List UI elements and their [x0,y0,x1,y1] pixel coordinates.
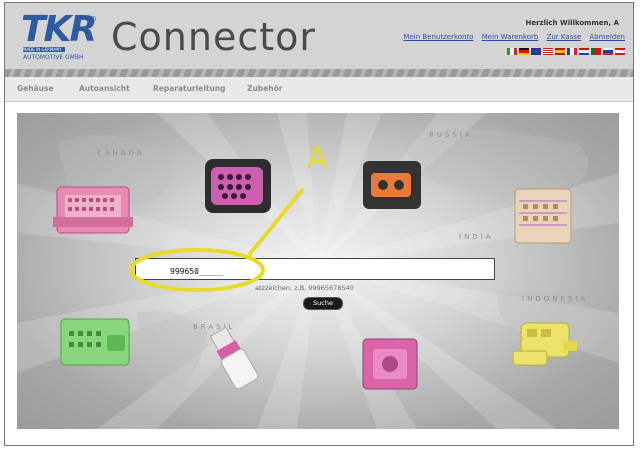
map-label-india: INDIA [459,233,494,241]
flag-nl-icon[interactable] [579,48,589,55]
logo-text: TKR [21,9,97,50]
my-cart-link[interactable]: Mein Warenkorb [482,33,539,41]
checkout-link[interactable]: Zur Kasse [547,33,582,41]
connector-search-stage: CANADA RUSSIA BRASIL INDONESIA INDIA 999… [17,113,619,429]
flag-us-icon[interactable] [543,48,553,55]
brand-title: Connector [111,15,316,59]
main-nav: Gehäuse Autoansicht Reparaturleitung Zub… [5,77,633,102]
connector-beige-icon[interactable] [509,183,579,249]
flag-other-icon[interactable] [615,48,625,55]
flag-pt-icon[interactable] [591,48,601,55]
language-flags [507,48,625,55]
nav-item-gehaeuse[interactable]: Gehäuse [17,84,54,93]
search-button[interactable]: Suche [303,297,343,310]
connector-white-pin-icon[interactable] [205,323,265,395]
welcome-text: Herzlich Willkommen, A [525,19,619,27]
my-account-link[interactable]: Mein Benutzerkonto [403,33,473,41]
connector-black-pink-icon[interactable] [201,151,277,223]
tkr-logo[interactable]: TKR ® MADE IN GERMANY AUTOMOTIVE GMBH [21,9,97,63]
flag-fr-icon[interactable] [567,48,577,55]
logout-link[interactable]: Abmelden [590,33,626,41]
flag-gb-icon[interactable] [531,48,541,55]
connector-black-orange-icon[interactable] [357,155,429,217]
annotation-letter: A [307,141,328,176]
search-hint: atzzeichen; z.B. 99965678540 [255,284,354,292]
header-separator [5,69,633,77]
nav-item-reparaturleitung[interactable]: Reparaturleitung [153,84,226,93]
logo-company: AUTOMOTIVE GMBH [23,54,84,61]
flag-de-icon[interactable] [519,48,529,55]
flag-es-icon[interactable] [555,48,565,55]
browser-frame: TKR ® MADE IN GERMANY AUTOMOTIVE GMBH Co… [4,2,634,446]
part-number-search-box [135,258,495,282]
flag-it-icon[interactable] [507,48,517,55]
connector-yellow-icon[interactable] [507,313,583,377]
nav-item-zubehoer[interactable]: Zubehör [247,84,282,93]
site-header: TKR ® MADE IN GERMANY AUTOMOTIVE GMBH Co… [5,3,633,69]
registered-mark: ® [89,15,97,24]
map-label-indonesia: INDONESIA [522,295,589,303]
map-label-russia: RUSSIA [429,131,473,139]
connector-green-icon[interactable] [57,311,137,375]
flag-ru-icon[interactable] [603,48,613,55]
part-number-input[interactable] [136,261,494,282]
nav-item-autoansicht[interactable]: Autoansicht [79,84,130,93]
connector-pink-fakra-icon[interactable] [357,331,423,395]
map-label-canada: CANADA [97,149,145,157]
connector-pink-housing-icon[interactable] [53,177,135,243]
account-links: Mein Benutzerkonto Mein Warenkorb Zur Ka… [397,33,625,41]
logo-made-in: MADE IN GERMANY [23,47,65,52]
